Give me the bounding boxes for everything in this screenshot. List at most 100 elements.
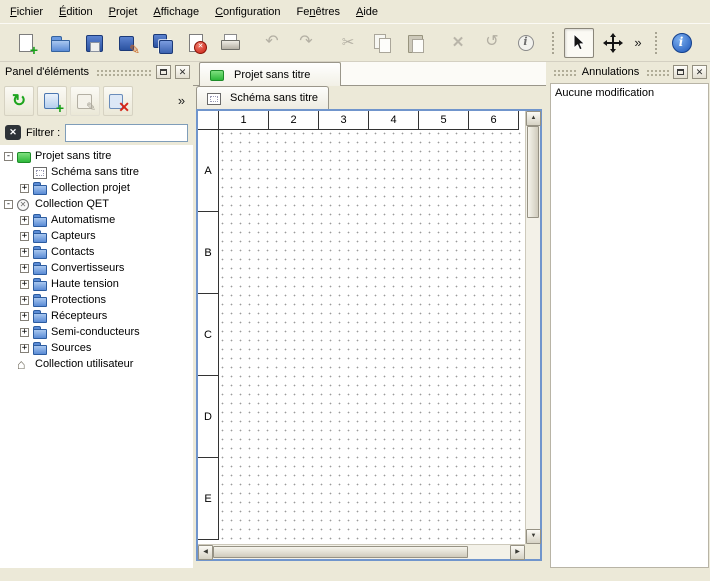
tree-item[interactable]: Collection QET [0, 196, 193, 212]
tree-item[interactable]: Projet sans titre [0, 148, 193, 164]
vertical-scroll-thumb[interactable] [527, 126, 539, 218]
filter-input[interactable] [65, 124, 188, 142]
close-icon [693, 66, 706, 78]
tree-item[interactable]: Protections [0, 292, 193, 308]
scroll-up-button[interactable] [526, 111, 541, 126]
panel-overflow-button[interactable] [174, 90, 189, 112]
collapse-icon[interactable] [4, 152, 13, 161]
undo-panel: Annulations Aucune modification [549, 62, 710, 568]
expand-icon[interactable] [20, 184, 29, 193]
tree-item[interactable]: Capteurs [0, 228, 193, 244]
project-tab-label: Projet sans titre [234, 69, 310, 81]
float-panel-button[interactable] [156, 65, 171, 79]
expand-icon[interactable] [20, 248, 29, 257]
menu-affichage[interactable]: Affichage [145, 0, 207, 23]
element-tree: Projet sans titre Schéma sans titre Collec… [0, 145, 193, 568]
tree-item-label: Collection QET [35, 198, 109, 210]
menu-aide[interactable]: Aide [348, 0, 386, 23]
undo-button [257, 28, 287, 58]
expander-spacer [20, 168, 29, 177]
tree-item-label: Collection utilisateur [35, 358, 133, 370]
print-button[interactable] [215, 28, 245, 58]
tree-item[interactable]: Convertisseurs [0, 260, 193, 276]
save-all-button[interactable] [147, 28, 177, 58]
tree-item[interactable]: Semi-conducteurs [0, 324, 193, 340]
expand-icon[interactable] [20, 296, 29, 305]
reload-button[interactable] [4, 86, 34, 116]
pan-button[interactable] [598, 28, 628, 58]
scroll-left-button[interactable] [198, 545, 213, 560]
folder-icon [33, 278, 47, 291]
menu-edition[interactable]: Édition [51, 0, 101, 23]
horizontal-scrollbar[interactable] [198, 544, 525, 559]
save-as-button[interactable] [113, 28, 143, 58]
main-toolbar [0, 23, 710, 62]
menu-configuration[interactable]: Configuration [207, 0, 288, 23]
diagram-icon [207, 92, 221, 105]
float-icon [160, 69, 167, 75]
scroll-right-button[interactable] [510, 545, 525, 560]
expand-icon[interactable] [20, 328, 29, 337]
save-button[interactable] [79, 28, 109, 58]
close-file-button[interactable] [181, 28, 211, 58]
cut-icon [337, 32, 359, 54]
tree-item[interactable]: Haute tension [0, 276, 193, 292]
project-tab[interactable]: Projet sans titre [199, 62, 341, 86]
tree-item[interactable]: Schéma sans titre [0, 164, 193, 180]
menu-projet[interactable]: Projet [101, 0, 146, 23]
expand-icon[interactable] [20, 280, 29, 289]
tree-item[interactable]: Collection utilisateur [0, 356, 193, 372]
info-button[interactable] [511, 28, 541, 58]
row-headers: ABCDE [198, 130, 219, 544]
expand-icon[interactable] [20, 344, 29, 353]
toolbar-group-history [255, 28, 323, 58]
open-button[interactable] [45, 28, 75, 58]
new-element-button[interactable] [37, 86, 67, 116]
schema-tab[interactable]: Schéma sans titre [196, 86, 329, 109]
close-panel-button[interactable] [175, 65, 190, 79]
expand-icon[interactable] [20, 216, 29, 225]
tree-item-label: Schéma sans titre [51, 166, 139, 178]
undo-history-list[interactable]: Aucune modification [550, 83, 709, 568]
select-button[interactable] [564, 28, 594, 58]
elements-panel: Panel d'éléments Filtrer : Projet sans t… [0, 62, 193, 568]
diagram-canvas[interactable] [220, 131, 525, 544]
tree-item-label: Contacts [51, 246, 94, 258]
dock-drag-grip[interactable] [645, 68, 669, 76]
tree-item[interactable]: Collection projet [0, 180, 193, 196]
vertical-scrollbar[interactable] [525, 111, 540, 544]
horizontal-scroll-thumb[interactable] [213, 546, 468, 558]
scrollbar-corner [525, 544, 540, 559]
menu-fichier[interactable]: Fichier [2, 0, 51, 23]
project-content: Schéma sans titre 123456 ABCDE [193, 86, 546, 568]
collapse-icon[interactable] [4, 200, 13, 209]
expand-icon[interactable] [20, 312, 29, 321]
close-panel-button[interactable] [692, 65, 707, 79]
menu-bar: FichierÉditionProjetAffichageConfigurati… [0, 0, 710, 23]
tree-item[interactable]: Contacts [0, 244, 193, 260]
column-header: 5 [419, 111, 469, 130]
tree-item[interactable]: Sources [0, 340, 193, 356]
clear-filter-button[interactable] [5, 125, 21, 140]
chevron-double-icon [627, 32, 649, 54]
tree-item[interactable]: Récepteurs [0, 308, 193, 324]
expand-icon[interactable] [20, 232, 29, 241]
toolbar-group-edit [441, 28, 543, 58]
toolbar-overflow-button[interactable] [630, 28, 646, 58]
scroll-down-button[interactable] [526, 529, 541, 544]
tree-item[interactable]: Automatisme [0, 212, 193, 228]
about-button[interactable] [667, 28, 697, 58]
dock-drag-grip[interactable] [95, 68, 152, 76]
tree-item-label: Protections [51, 294, 106, 306]
float-panel-button[interactable] [673, 65, 688, 79]
close-icon [176, 66, 189, 78]
chevron-double-icon [171, 90, 193, 112]
dock-drag-grip[interactable] [552, 68, 576, 76]
expand-icon[interactable] [20, 264, 29, 273]
menu-fenetres[interactable]: Fenêtres [289, 0, 348, 23]
diagram-icon [33, 166, 47, 179]
new-button[interactable] [11, 28, 41, 58]
redo-button [291, 28, 321, 58]
new-document-icon [15, 32, 37, 54]
delete-element-button[interactable] [103, 86, 133, 116]
